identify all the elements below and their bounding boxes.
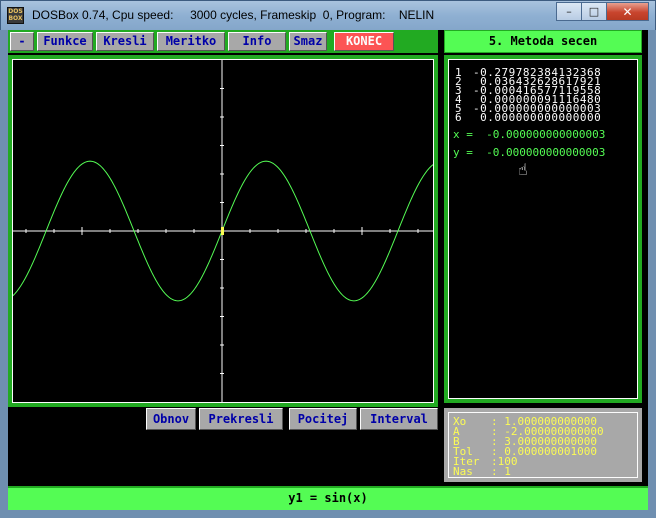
iteration-row: 6 0.000000000000000 <box>455 111 602 124</box>
graph-frame <box>8 55 438 407</box>
pocitej-button[interactable]: Pocitej <box>289 408 357 430</box>
menu-kresli-button[interactable]: Kresli <box>96 32 154 51</box>
menu-smaz-button[interactable]: Smaz <box>289 32 327 51</box>
interval-button[interactable]: Interval <box>360 408 438 430</box>
window-titlebar[interactable]: DOS BOX DOSBox 0.74, Cpu speed: 3000 cyc… <box>0 0 656 30</box>
window-title: DOSBox 0.74, Cpu speed: 3000 cycles, Fra… <box>32 8 435 22</box>
hand-pointer-icon: ☝ <box>518 160 528 179</box>
dosbox-app-icon[interactable]: DOS BOX <box>7 7 24 24</box>
menu-konec-button[interactable]: KONEC <box>334 32 394 51</box>
menu-meritko-button[interactable]: Meritko <box>157 32 225 51</box>
menu-info-button[interactable]: Info <box>228 32 286 51</box>
method-title: 5. Metoda secen <box>444 30 642 53</box>
result-x: x = -0.000000000000003 <box>453 128 606 141</box>
result-y: y = -0.000000000000003 <box>453 146 606 159</box>
close-button[interactable]: ✕ <box>606 2 649 21</box>
minimize-button[interactable]: – <box>556 2 582 21</box>
function-bar: y1 = sin(x) <box>8 486 648 510</box>
parameters-panel: Xo: 1.000000000000 A: -2.000000000000 B:… <box>444 408 642 482</box>
results-area: 1 -0.279782384132368 2 0.036432628617921 … <box>448 59 638 399</box>
param-nas: Nas: 1 <box>453 465 511 478</box>
menu-dash-button[interactable]: - <box>10 32 34 51</box>
dos-screen[interactable]: - Funkce Kresli Meritko Info Smaz KONEC … <box>8 30 648 510</box>
results-frame: 1 -0.279782384132368 2 0.036432628617921 … <box>444 55 642 403</box>
prekresli-button[interactable]: Prekresli <box>199 408 283 430</box>
menu-bar: - Funkce Kresli Meritko Info Smaz KONEC <box>8 30 438 53</box>
maximize-button[interactable]: □ <box>581 2 607 21</box>
menu-funkce-button[interactable]: Funkce <box>37 32 93 51</box>
obnov-button[interactable]: Obnov <box>146 408 196 430</box>
root-marker <box>221 227 224 235</box>
graph-area[interactable] <box>12 59 434 403</box>
function-plot <box>12 60 434 402</box>
